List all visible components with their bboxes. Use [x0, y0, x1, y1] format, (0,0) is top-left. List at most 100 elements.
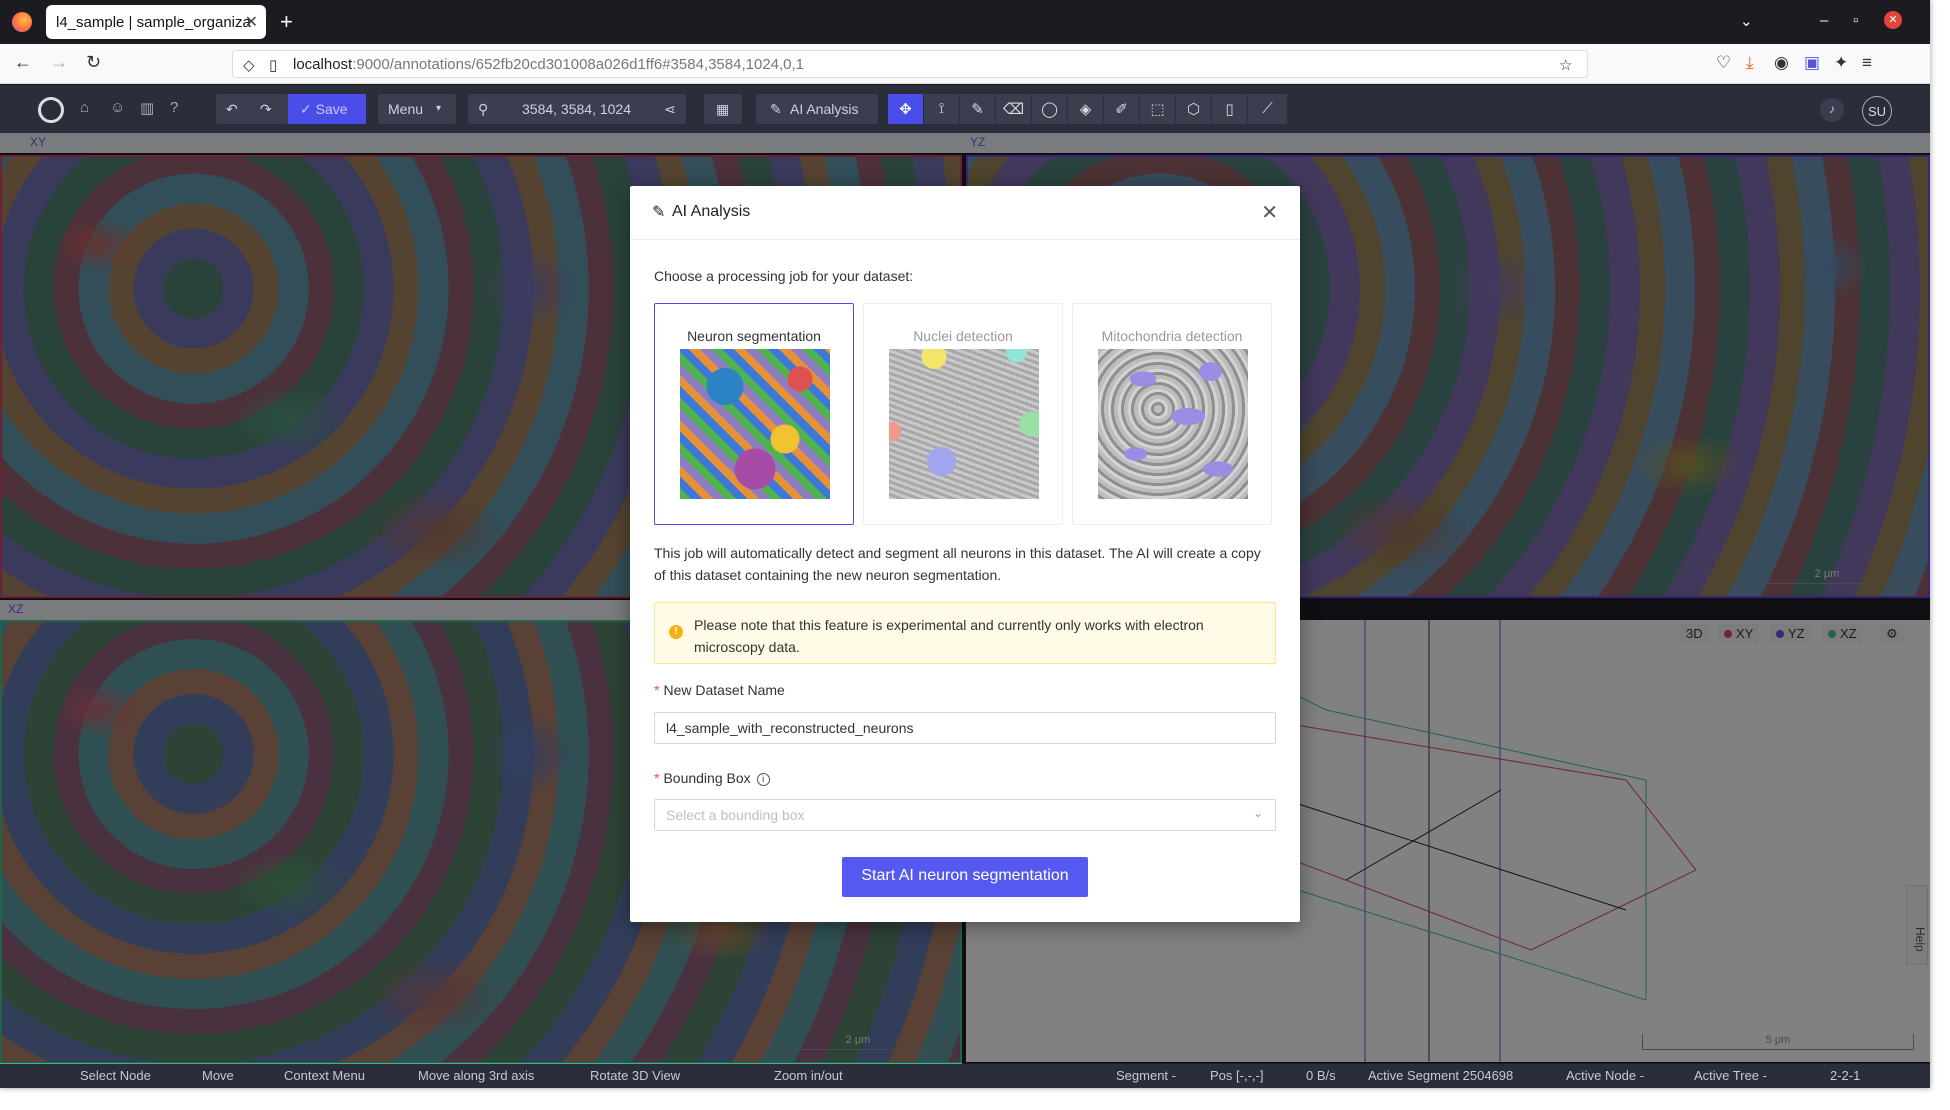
status-active-tree: Active Tree - [1694, 1068, 1767, 1083]
extension-icon[interactable]: ▣ [1804, 53, 1820, 73]
move-tool-icon[interactable]: ✥ [888, 94, 924, 124]
layout-button[interactable]: ▦ [704, 94, 742, 124]
downloads-icon[interactable]: ⤓ [1746, 53, 1754, 73]
status-move: Move [202, 1068, 234, 1083]
close-icon[interactable]: ✕ [1261, 200, 1278, 225]
app-toolbar: ⌂ ☺ ▥ ? ↶ ↷ ✓ Save Menu ▾ ⚲ 3584, 3584, … [0, 85, 1930, 133]
job-card-nuclei-detection[interactable]: Nuclei detection [863, 303, 1063, 525]
user-avatar[interactable]: SU [1862, 96, 1892, 126]
fill-tool-icon[interactable]: ◈ [1068, 94, 1104, 124]
eraser-tool-icon[interactable]: ⌫ [996, 94, 1032, 124]
experimental-warning: ! Please note that this feature is exper… [654, 602, 1276, 664]
job-prompt: Choose a processing job for your dataset… [654, 268, 914, 284]
close-tab-icon[interactable]: ✕ [245, 12, 258, 32]
warning-icon: ! [669, 625, 683, 639]
status-position: Pos [-,-,-] [1210, 1068, 1264, 1083]
tab-title: l4_sample | sample_organiza [56, 14, 251, 31]
redo-icon[interactable]: ↷ [260, 101, 272, 118]
browser-tab[interactable]: l4_sample | sample_organiza ✕ [46, 5, 266, 39]
bounding-box-select[interactable]: Select a bounding box ⌄ [654, 799, 1276, 831]
magic-wand-icon: ✎ [652, 204, 666, 221]
skeleton-tool-icon[interactable]: ⟟ [924, 94, 960, 124]
extensions-icon[interactable]: ✦ [1834, 53, 1848, 73]
close-window-icon[interactable]: ✕ [1884, 11, 1902, 29]
measure-icon[interactable]: ⟋ [1248, 94, 1288, 124]
quick-select-icon[interactable]: ⬚ [1140, 94, 1176, 124]
save-label: Save [315, 101, 348, 117]
account-icon[interactable]: ◉ [1774, 53, 1789, 73]
navigation-bar: ← → ↻ ◇ ▯ localhost:9000/annotations/652… [0, 44, 1930, 84]
dataset-name-label: * New Dataset Name [654, 682, 785, 698]
status-move-3rd-axis: Move along 3rd axis [418, 1068, 535, 1083]
users-icon[interactable]: ☺ [110, 99, 125, 116]
pin-icon[interactable]: ⚲ [478, 101, 488, 118]
brush-tool-icon[interactable]: ✎ [960, 94, 996, 124]
modal-header: ✎ AI Analysis ✕ [630, 186, 1300, 240]
tab-bar: l4_sample | sample_organiza ✕ + ⌄ – ▫ ✕ [0, 0, 1930, 44]
job-description: This job will automatically detect and s… [654, 545, 1261, 583]
save-button[interactable]: ✓ Save [288, 94, 366, 124]
nuclei-detection-thumbnail [889, 349, 1039, 499]
position-field[interactable]: ⚲ 3584, 3584, 1024 ⋖ [468, 94, 686, 124]
dataset-name-input[interactable] [654, 712, 1276, 744]
menu-label: Menu [388, 101, 424, 117]
app-menu-icon[interactable]: ≡ [1862, 53, 1872, 73]
page-icon: ▯ [269, 57, 278, 74]
forward-icon[interactable]: → [50, 52, 68, 73]
bounding-box-label: * Bounding Box i [654, 770, 770, 786]
ai-analysis-button[interactable]: ✎ AI Analysis [756, 94, 878, 124]
warning-text: Please note that this feature is experim… [694, 617, 1204, 655]
minimize-icon[interactable]: – [1820, 12, 1828, 29]
picker-tool-icon[interactable]: ✐ [1104, 94, 1140, 124]
status-mag: 2-2-1 [1830, 1068, 1861, 1083]
modal-title: AI Analysis [672, 203, 751, 220]
bookmark-star-icon[interactable]: ☆ [1559, 56, 1572, 74]
magic-wand-icon: ✎ [770, 101, 782, 117]
home-icon[interactable]: ⌂ [80, 99, 89, 116]
mitochondria-detection-thumbnail [1098, 349, 1248, 499]
job-card-neuron-segmentation[interactable]: Neuron segmentation [654, 303, 854, 525]
bounding-box-icon[interactable]: ⬡ [1176, 94, 1212, 124]
menu-button[interactable]: Menu ▾ [378, 94, 456, 124]
proofread-icon[interactable]: ▯ [1212, 94, 1248, 124]
status-active-segment: Active Segment 2504698 [1368, 1068, 1514, 1083]
info-icon[interactable]: i [756, 772, 770, 786]
chevron-down-icon: ⌄ [1252, 806, 1263, 820]
ai-analysis-modal: ✎ AI Analysis ✕ Choose a processing job … [630, 186, 1300, 922]
bounding-box-placeholder: Select a bounding box [666, 807, 805, 823]
url-bar[interactable]: ◇ ▯ localhost:9000/annotations/652fb20cd… [232, 50, 1588, 78]
help-circle-icon[interactable]: ? [170, 99, 178, 116]
notification-bell-icon[interactable]: ♪ [1820, 98, 1844, 122]
new-tab-icon[interactable]: + [280, 9, 293, 35]
webknossos-logo[interactable] [38, 97, 64, 123]
pocket-icon[interactable]: ♡ [1716, 53, 1731, 73]
undo-redo-group: ↶ ↷ [216, 94, 288, 124]
reload-icon[interactable]: ↻ [86, 52, 101, 73]
job-card-mitochondria-detection[interactable]: Mitochondria detection [1072, 303, 1272, 525]
url-host: localhost [293, 56, 353, 73]
maximize-icon[interactable]: ▫ [1853, 12, 1858, 29]
undo-icon[interactable]: ↶ [226, 101, 238, 118]
lasso-tool-icon[interactable]: ◯ [1032, 94, 1068, 124]
browser-window: l4_sample | sample_organiza ✕ + ⌄ – ▫ ✕ … [0, 0, 1930, 1088]
url-path: :9000/annotations/652fb20cd301008a026d1f… [352, 56, 805, 73]
tab-list-icon[interactable]: ⌄ [1740, 12, 1753, 30]
shield-icon[interactable]: ◇ [243, 56, 255, 74]
stats-icon[interactable]: ▥ [140, 99, 154, 117]
ai-analysis-label: AI Analysis [790, 101, 859, 117]
firefox-icon [12, 12, 32, 32]
status-rate: 0 B/s [1306, 1068, 1336, 1083]
neuron-segmentation-thumbnail [680, 349, 830, 499]
job-card-label: Nuclei detection [913, 328, 1013, 344]
back-icon[interactable]: ← [14, 52, 32, 73]
grid-icon: ▦ [716, 101, 730, 117]
share-icon[interactable]: ⋖ [664, 101, 676, 118]
start-ai-segmentation-button[interactable]: Start AI neuron segmentation [842, 857, 1088, 897]
position-value: 3584, 3584, 1024 [522, 101, 631, 117]
status-select-node: Select Node [80, 1068, 151, 1083]
status-bar: Select Node Move Context Menu Move along… [0, 1064, 1930, 1088]
dataset-name-label-text: New Dataset Name [663, 682, 785, 698]
job-card-label: Mitochondria detection [1101, 328, 1243, 344]
chevron-down-icon: ▾ [436, 103, 442, 114]
status-segment: Segment - [1116, 1068, 1176, 1083]
